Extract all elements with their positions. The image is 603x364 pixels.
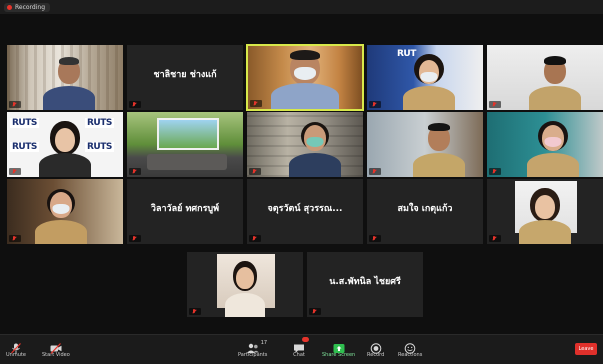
mic-muted-icon [252,169,256,174]
mic-muted-icon [12,236,16,241]
participant-video [37,121,93,177]
mic-muted-icon [12,169,16,174]
participant-tile[interactable] [186,251,304,318]
participant-tile[interactable] [486,111,603,178]
participant-tile[interactable] [486,44,603,111]
mic-muted-icon [492,169,496,174]
participant-name [249,235,261,242]
participant-video [287,121,343,177]
participant-video [525,121,581,177]
record-button[interactable]: Record [367,339,384,358]
participants-button[interactable]: 17 Participants [238,339,267,358]
participant-tile[interactable]: สมใจ เกตุแก้ว [366,178,484,245]
recording-indicator[interactable]: Recording [4,2,51,12]
mic-muted-icon [312,309,316,314]
participant-tile[interactable] [486,178,603,245]
participant-name [309,308,321,315]
participant-name [9,168,21,175]
participant-tile[interactable]: RUT [366,44,484,111]
mic-muted-icon [372,169,376,174]
share-screen-button[interactable]: Share Screen [322,339,355,358]
mic-muted-icon [492,102,496,107]
active-speaker-tile[interactable] [246,44,364,111]
participant-name [489,168,501,175]
participant-name [369,168,381,175]
participant-tile[interactable] [366,111,484,178]
mic-muted-icon [253,101,257,106]
mic-muted-icon [132,102,136,107]
mic-muted-icon [192,309,196,314]
participant-video [41,54,97,110]
participant-name [369,101,381,108]
participant-video [33,188,89,244]
participant-display-name: ชาลิชาย ช่างแก้ [153,70,217,80]
participant-display-name: น.ส.พัทนิล ไชยศรี [329,277,401,287]
participant-name [129,168,141,175]
participant-tile[interactable]: RUTS RUTS RUTS RUTS [6,111,124,178]
mic-muted-icon [252,236,256,241]
reactions-button[interactable]: Reactions [398,339,422,358]
participant-video [270,47,340,109]
mic-muted-icon [372,236,376,241]
participant-tile[interactable] [246,111,364,178]
participant-video [527,54,583,110]
participant-name [9,101,21,108]
leave-meeting-button[interactable]: Leave [575,343,597,355]
brand-logo: RUTS [10,118,39,128]
participants-count: 17 [260,340,268,346]
mic-muted-icon [372,102,376,107]
participant-name [9,235,21,242]
participant-video [401,54,457,110]
meeting-toolbar: Unmute Start Video 17 Participants Chat … [0,334,603,364]
participant-display-name: วิลาวัลย์ ทศกรบูพ์ [150,204,220,214]
video-camera-off-icon [50,339,62,354]
wall-picture [157,118,219,150]
recording-dot-icon [7,4,12,10]
share-screen-icon [333,339,345,353]
participant-video [411,121,467,177]
participant-name [129,101,141,108]
participant-name [129,235,141,242]
participant-name [250,100,262,107]
mic-muted-icon [132,236,136,241]
participant-name [489,101,501,108]
chat-bubble-icon [293,337,309,353]
participants-icon: 17 [246,339,267,353]
chat-button[interactable]: Chat [293,337,309,358]
top-bar: Recording [0,0,603,14]
video-gallery: ชาลิชาย ช่างแก้ RUT RUTS RUTS RUTS RUTS … [0,14,603,334]
chat-unread-badge-icon [302,337,309,342]
participant-tile[interactable]: น.ส.พัทนิล ไชยศรี [306,251,424,318]
participant-video [517,188,573,244]
participant-display-name: จตุรวัตน์ สุวรรณ... [267,204,343,214]
participant-name [489,235,501,242]
microphone-off-icon [10,339,22,354]
smiley-face-icon [404,339,416,354]
participant-name [189,308,201,315]
participant-tile[interactable] [6,44,124,111]
participant-display-name: สมใจ เกตุแก้ว [397,204,453,214]
mic-muted-icon [132,169,136,174]
participant-tile[interactable]: วิลาวัลย์ ทศกรบูพ์ [126,178,244,245]
brand-logo: RUTS [10,142,39,152]
participant-tile[interactable] [126,111,244,178]
participant-video [217,261,273,317]
mic-muted-icon [12,102,16,107]
unmute-button[interactable]: Unmute [6,339,26,358]
participant-tile[interactable] [6,178,124,245]
start-video-button[interactable]: Start Video [42,339,70,358]
record-icon [370,339,382,354]
participant-tile[interactable]: จตุรวัตน์ สุวรรณ... [246,178,364,245]
recording-label: Recording [15,3,46,11]
participant-tile[interactable]: ชาลิชาย ช่างแก้ [126,44,244,111]
participant-name [369,235,381,242]
participant-name [249,168,261,175]
sofa [147,154,227,170]
mic-muted-icon [492,236,496,241]
